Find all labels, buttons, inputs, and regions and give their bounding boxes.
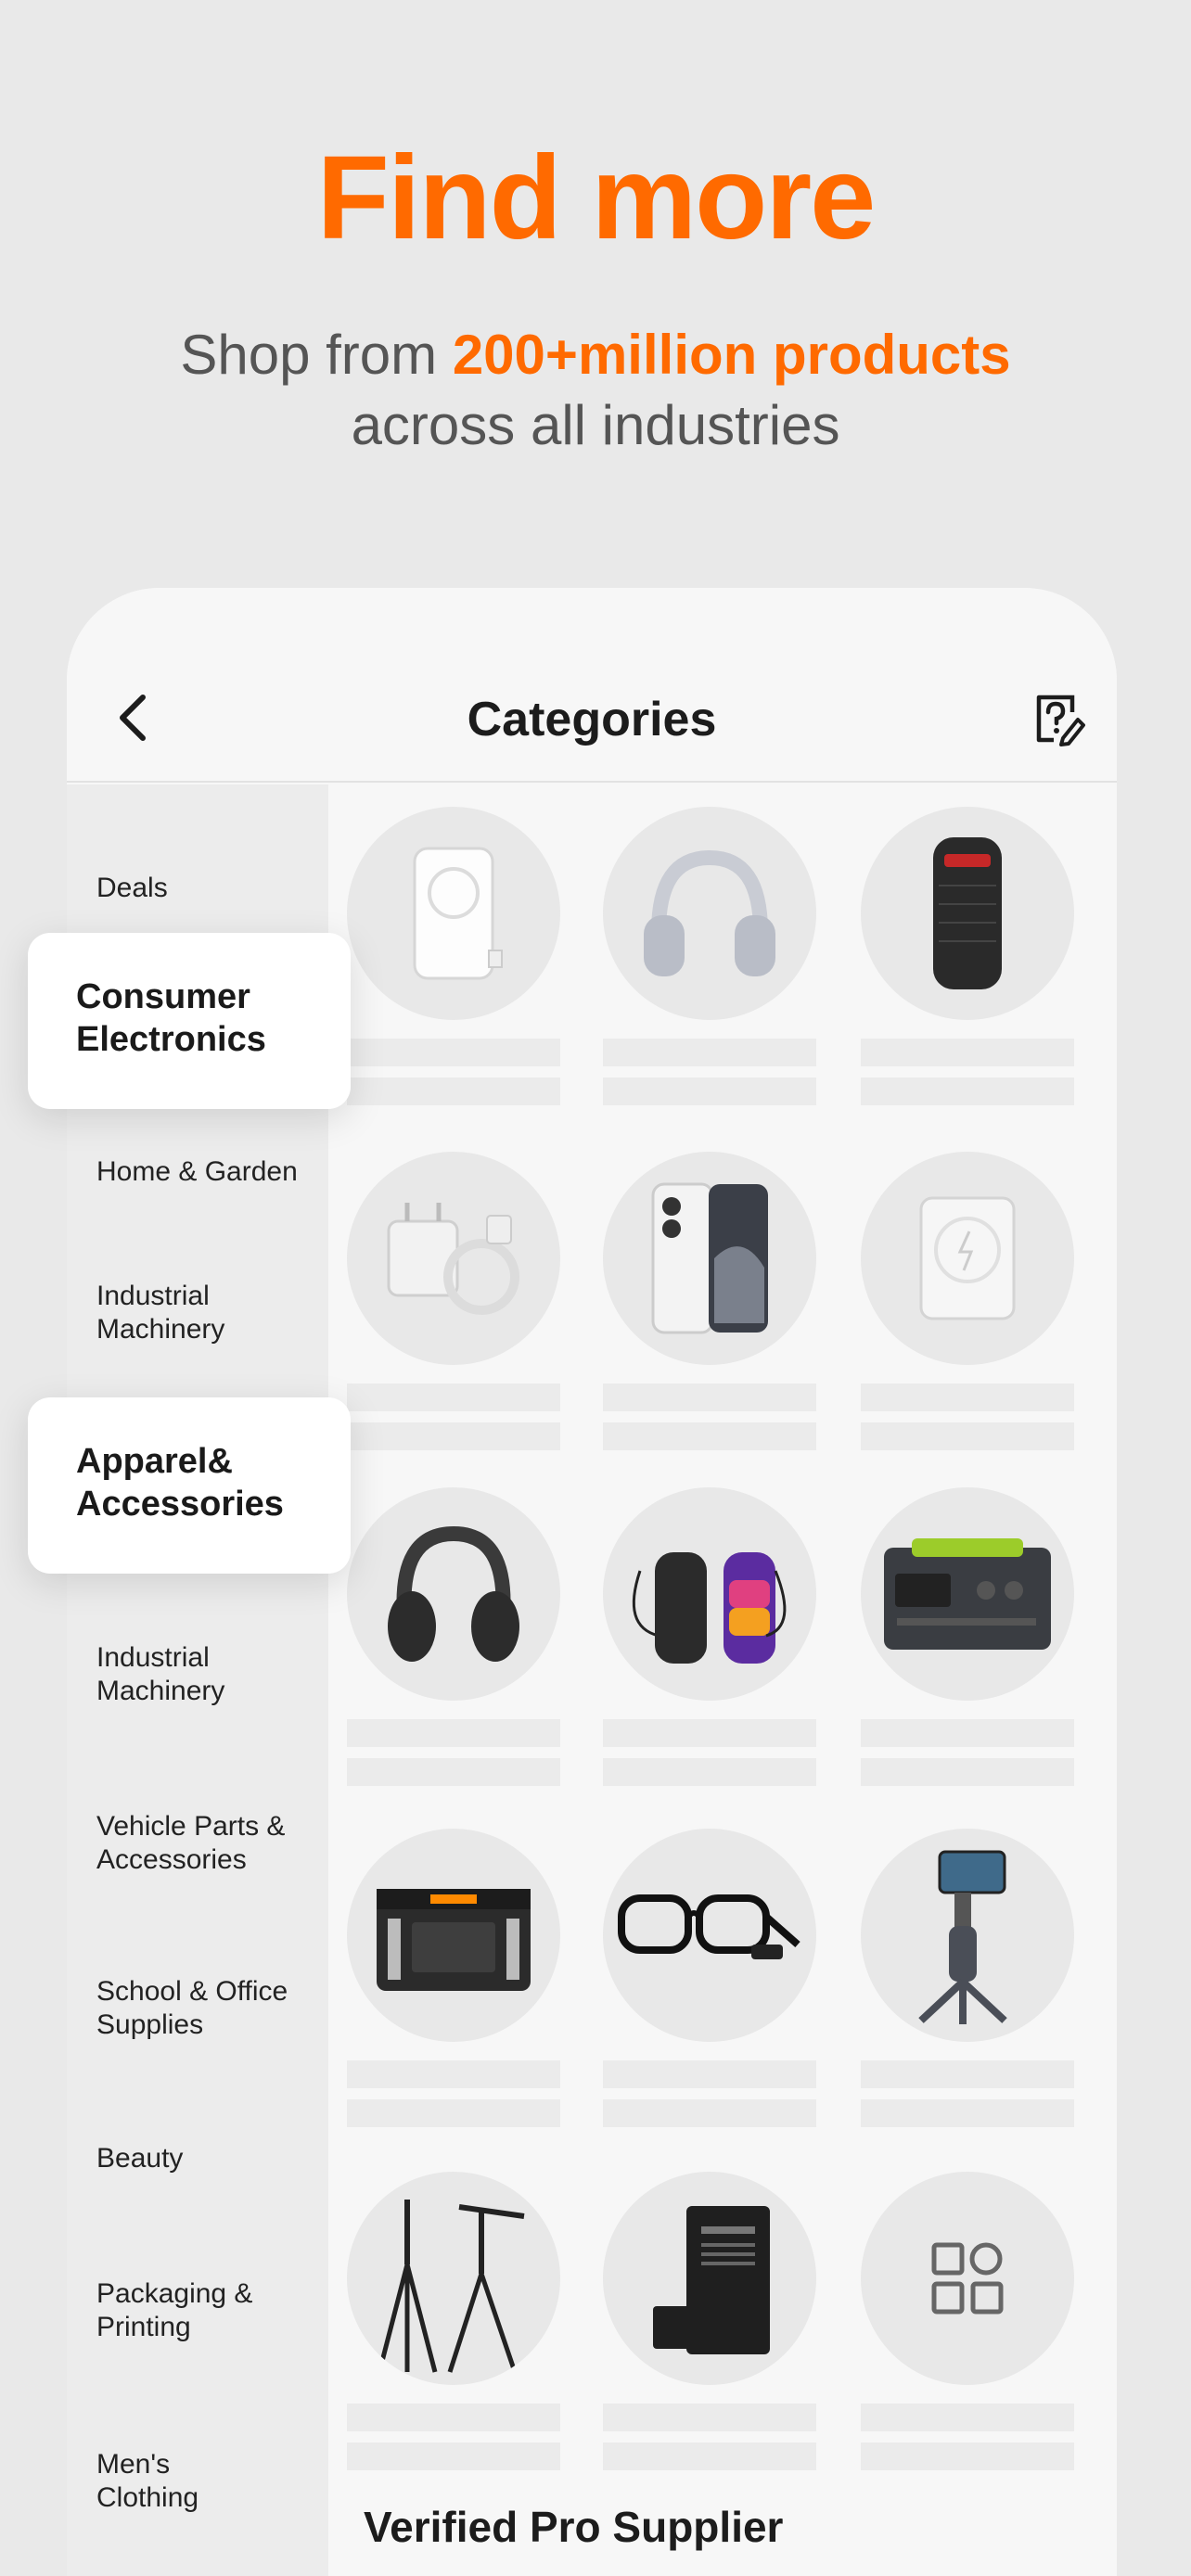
- product-tile[interactable]: [603, 2172, 816, 2470]
- placeholder-bar: [347, 2060, 560, 2088]
- placeholder-bar: [347, 1039, 560, 1066]
- sidebar-item-mens-clothing[interactable]: Men's Clothing: [96, 2448, 245, 2515]
- placeholder-bar: [603, 2099, 816, 2127]
- placeholder-bar: [861, 1422, 1074, 1450]
- placeholder-bar: [347, 1422, 560, 1450]
- product-grid: [328, 784, 1117, 2576]
- smart-glasses-icon: [618, 1894, 800, 1959]
- placeholder-bar: [347, 1758, 560, 1786]
- sidebar-item-deals[interactable]: Deals: [96, 872, 328, 905]
- placeholder-bar: [861, 1384, 1074, 1411]
- product-tile[interactable]: [347, 1487, 560, 1786]
- placeholder-bar: [603, 1719, 816, 1747]
- placeholder-bar: [861, 1039, 1074, 1066]
- top-bar: Categories: [67, 588, 1117, 783]
- highlighted-category-apparel-accessories[interactable]: Apparel& Accessories: [28, 1397, 351, 1574]
- placeholder-bar: [603, 1078, 816, 1105]
- product-tile[interactable]: [861, 1829, 1074, 2127]
- highlighted-category-consumer-electronics[interactable]: Consumer Electronics: [28, 933, 351, 1109]
- power-bank-icon: [413, 847, 503, 980]
- help-edit-icon[interactable]: [1031, 692, 1087, 747]
- placeholder-bar: [861, 1758, 1074, 1786]
- placeholder-bar: [603, 2404, 816, 2431]
- sidebar-item-industrial-machinery[interactable]: Industrial Machinery: [96, 1280, 291, 1346]
- product-tile[interactable]: [347, 807, 560, 1105]
- placeholder-bar: [347, 1078, 560, 1105]
- placeholder-bar: [347, 2099, 560, 2127]
- more-categories-icon: [931, 2242, 1004, 2315]
- placeholder-bar: [603, 1422, 816, 1450]
- product-tile[interactable]: [603, 1829, 816, 2127]
- placeholder-bar: [347, 1384, 560, 1411]
- sidebar-item-beauty[interactable]: Beauty: [96, 2142, 328, 2175]
- product-tile[interactable]: [603, 1487, 816, 1786]
- product-tile[interactable]: [603, 1152, 816, 1450]
- phone-battery-icon: [653, 2206, 770, 2354]
- hero-subtitle-accent: 200+million products: [452, 324, 1011, 386]
- sidebar-item-packaging[interactable]: Packaging & Printing: [96, 2277, 282, 2344]
- section-title-verified-supplier: Verified Pro Supplier: [364, 2503, 784, 2551]
- hero-title: Find more: [316, 132, 877, 264]
- placeholder-bar: [861, 2099, 1074, 2127]
- product-tile[interactable]: [347, 1152, 560, 1450]
- power-station-icon: [884, 1538, 1051, 1650]
- placeholder-bar: [861, 2060, 1074, 2088]
- placeholder-bar: [603, 1758, 816, 1786]
- placeholder-bar: [603, 1039, 816, 1066]
- phone-mockup: Categories Deals Home & Garden Industria…: [67, 588, 1117, 2576]
- page-title: Categories: [467, 693, 717, 746]
- placeholder-bar: [347, 2442, 560, 2470]
- hero-subtitle-prefix: Shop from: [180, 324, 453, 386]
- portable-speakers-icon: [632, 1552, 787, 1664]
- placeholder-bar: [861, 1719, 1074, 1747]
- placeholder-bar: [861, 2404, 1074, 2431]
- hero-subtitle: Shop from 200+million products across al…: [0, 320, 1191, 461]
- product-tile[interactable]: [861, 1152, 1074, 1450]
- tripod-icon: [377, 2200, 525, 2373]
- placeholder-bar: [347, 2404, 560, 2431]
- placeholder-bar: [861, 2442, 1074, 2470]
- charger-cable-icon: [387, 1203, 519, 1315]
- placeholder-bar: [603, 2060, 816, 2088]
- sidebar-item-school-office[interactable]: School & Office Supplies: [96, 1975, 319, 2042]
- sidebar-item-home-garden[interactable]: Home & Garden: [96, 1155, 328, 1189]
- magnetic-battery-icon: [919, 1196, 1016, 1320]
- headphones-dark-icon: [388, 1525, 519, 1662]
- sidebar-item-vehicle-parts[interactable]: Vehicle Parts & Accessories: [96, 1810, 310, 1877]
- headphones-icon: [644, 849, 775, 976]
- placeholder-bar: [603, 2442, 816, 2470]
- placeholder-bar: [603, 1384, 816, 1411]
- speaker-icon: [933, 837, 1002, 989]
- sidebar-item-industrial-machinery-2[interactable]: Industrial Machinery: [96, 1641, 291, 1708]
- product-tile[interactable]: [861, 1487, 1074, 1786]
- hero-subtitle-line2: across all industries: [351, 394, 840, 456]
- product-tile[interactable]: [603, 807, 816, 1105]
- product-tile[interactable]: [347, 1829, 560, 2127]
- placeholder-bar: [347, 1719, 560, 1747]
- product-tile[interactable]: [861, 2172, 1074, 2470]
- smartphone-icon: [651, 1182, 768, 1334]
- product-tile[interactable]: [347, 2172, 560, 2470]
- product-tile[interactable]: [861, 807, 1074, 1105]
- generator-icon: [377, 1889, 531, 1991]
- placeholder-bar: [861, 1078, 1074, 1105]
- gimbal-stabilizer-icon: [918, 1850, 1007, 2024]
